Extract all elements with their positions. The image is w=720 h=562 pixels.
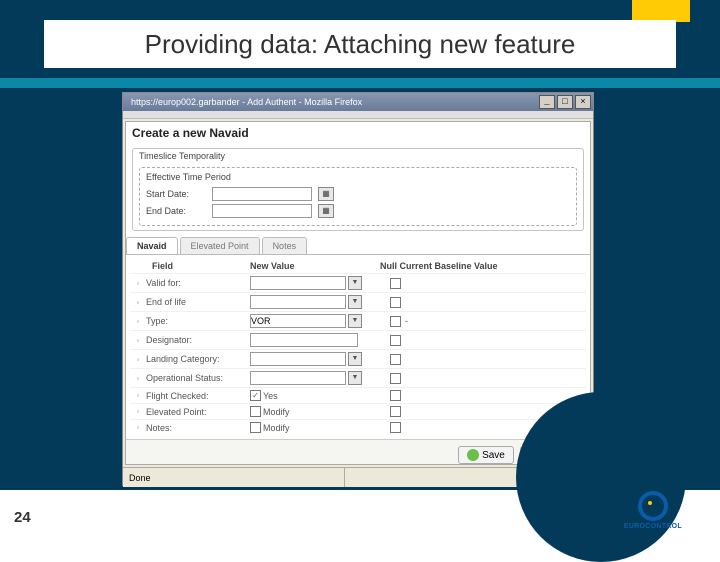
minimize-button[interactable]: _	[539, 95, 555, 109]
col-new-value: New Value	[250, 261, 380, 271]
field-label: Valid for:	[146, 278, 250, 288]
null-text: -	[405, 316, 408, 326]
field-label: Landing Category:	[146, 354, 250, 364]
end-date-input[interactable]	[212, 204, 312, 218]
field-label: Elevated Point:	[146, 407, 250, 417]
value-input[interactable]	[250, 276, 346, 290]
close-button[interactable]: ×	[575, 95, 591, 109]
chevron-down-icon[interactable]: ▼	[348, 314, 362, 328]
value-input[interactable]	[250, 295, 346, 309]
value-label: Modify	[263, 423, 290, 433]
slide-title: Providing data: Attaching new feature	[145, 29, 576, 60]
save-button[interactable]: Save	[458, 446, 514, 464]
null-checkbox[interactable]	[390, 354, 401, 365]
col-field: Field	[130, 261, 250, 271]
row-icon: ◦	[130, 336, 146, 345]
form-row: ◦Flight Checked:✓Yes	[130, 387, 586, 403]
chevron-down-icon[interactable]: ▼	[348, 352, 362, 366]
form-row: ◦Type: ▼ -	[130, 311, 586, 330]
null-checkbox[interactable]	[390, 422, 401, 433]
row-icon: ◦	[130, 407, 146, 416]
page-heading: Create a new Navaid	[126, 122, 590, 144]
value-input[interactable]	[250, 314, 346, 328]
timeslice-fieldset: Timeslice Temporality Effective Time Per…	[132, 148, 584, 231]
calendar-icon[interactable]: ▦	[318, 187, 334, 201]
chevron-down-icon[interactable]: ▼	[348, 276, 362, 290]
effective-period-label: Effective Time Period	[146, 172, 570, 184]
null-checkbox[interactable]	[390, 406, 401, 417]
null-checkbox[interactable]	[390, 373, 401, 384]
field-label: Operational Status:	[146, 373, 250, 383]
value-input[interactable]	[250, 352, 346, 366]
row-icon: ◦	[130, 391, 146, 400]
tab-elevated-point[interactable]: Elevated Point	[180, 237, 260, 254]
form-row: ◦Notes: Modify	[130, 419, 586, 435]
chevron-down-icon[interactable]: ▼	[348, 371, 362, 385]
value-checkbox[interactable]: ✓	[250, 390, 261, 401]
form-row: ◦Operational Status: ▼	[130, 368, 586, 387]
row-icon: ◦	[130, 374, 146, 383]
start-date-input[interactable]	[212, 187, 312, 201]
effective-period-box: Effective Time Period Start Date: ▦ End …	[139, 167, 577, 226]
null-checkbox[interactable]	[390, 316, 401, 327]
row-icon: ◦	[130, 423, 146, 432]
row-icon: ◦	[130, 298, 146, 307]
chevron-down-icon[interactable]: ▼	[348, 295, 362, 309]
row-icon: ◦	[130, 317, 146, 326]
value-checkbox[interactable]	[250, 422, 261, 433]
value-checkbox[interactable]	[250, 406, 261, 417]
value-input[interactable]	[250, 371, 346, 385]
form-row: ◦Landing Category: ▼	[130, 349, 586, 368]
field-label: Type:	[146, 316, 250, 326]
window-title: https://europ002.garbander - Add Authent…	[125, 97, 537, 107]
null-checkbox[interactable]	[390, 335, 401, 346]
null-checkbox[interactable]	[390, 390, 401, 401]
row-icon: ◦	[130, 355, 146, 364]
eurocontrol-logo: EUROCONTROL	[624, 491, 682, 530]
start-date-label: Start Date:	[146, 189, 206, 199]
null-checkbox[interactable]	[390, 297, 401, 308]
form-row: ◦Elevated Point: Modify	[130, 403, 586, 419]
tab-navaid[interactable]: Navaid	[126, 237, 178, 254]
calendar-icon[interactable]: ▦	[318, 204, 334, 218]
value-label: Yes	[263, 391, 278, 401]
field-label: Notes:	[146, 423, 250, 433]
maximize-button[interactable]: □	[557, 95, 573, 109]
field-label: Flight Checked:	[146, 391, 250, 401]
field-label: Designator:	[146, 335, 250, 345]
form-row: ◦Valid for: ▼	[130, 273, 586, 292]
form-row: ◦Designator:	[130, 330, 586, 349]
page-number: 24	[14, 509, 31, 526]
col-null-baseline: Null Current Baseline Value	[380, 261, 586, 271]
save-label: Save	[482, 450, 505, 461]
form-row: ◦End of life ▼	[130, 292, 586, 311]
app-window: https://europ002.garbander - Add Authent…	[122, 92, 594, 486]
timeslice-label: Timeslice Temporality	[133, 149, 583, 163]
tab-notes[interactable]: Notes	[262, 237, 308, 254]
field-label: End of life	[146, 297, 250, 307]
check-icon	[467, 449, 479, 461]
value-input[interactable]	[250, 333, 358, 347]
status-text: Done	[123, 468, 345, 487]
end-date-label: End Date:	[146, 206, 206, 216]
value-label: Modify	[263, 407, 290, 417]
null-checkbox[interactable]	[390, 278, 401, 289]
row-icon: ◦	[130, 279, 146, 288]
